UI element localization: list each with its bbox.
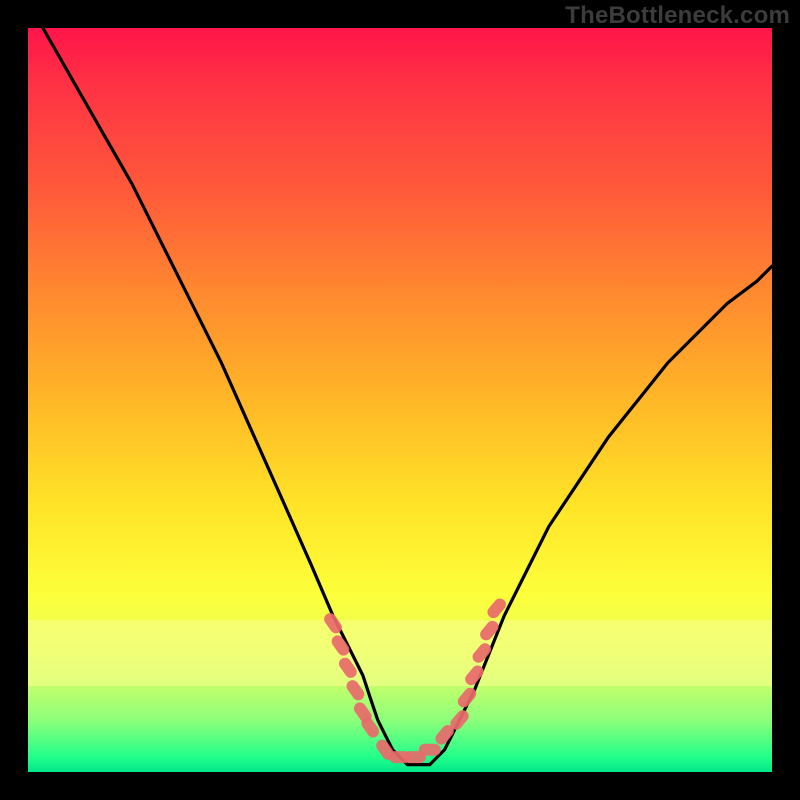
watermark-text: TheBottleneck.com <box>565 2 790 30</box>
highlight-band <box>28 620 772 686</box>
chart-frame <box>28 28 772 772</box>
chart-overlay <box>28 28 772 772</box>
cluster-dot <box>419 744 441 756</box>
